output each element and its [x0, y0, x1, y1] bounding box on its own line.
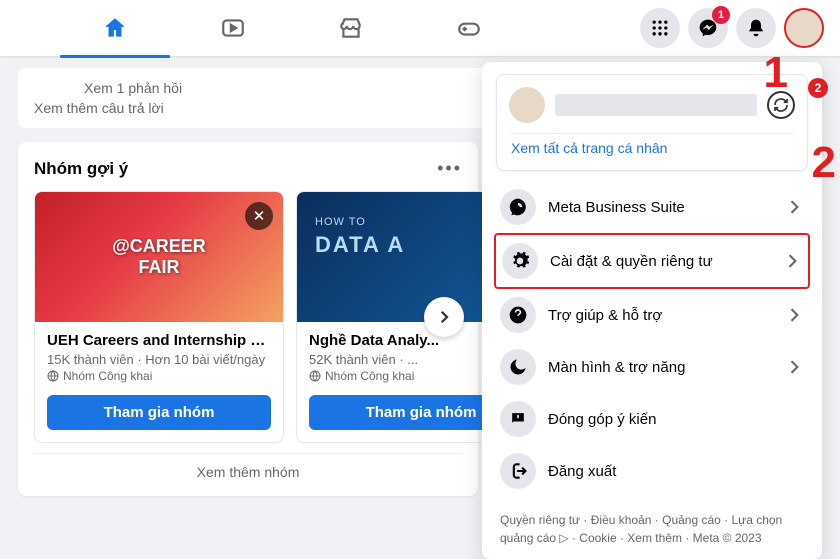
- group-type: Nhóm Công khai: [47, 369, 271, 383]
- group-cover-image: ✕: [35, 192, 283, 322]
- home-icon: [102, 15, 128, 41]
- bell-icon: [746, 18, 766, 38]
- profile-avatar: [509, 87, 545, 123]
- nav-home-tab[interactable]: [60, 2, 170, 54]
- gear-icon: [510, 251, 530, 271]
- nav-center: [0, 2, 640, 54]
- profile-box: Xem tất cả trang cá nhân: [496, 74, 808, 171]
- messenger-button[interactable]: 1: [688, 8, 728, 48]
- see-more-groups-link[interactable]: Xem thêm nhóm: [34, 453, 462, 480]
- account-dropdown: Xem tất cả trang cá nhân 2 Meta Business…: [482, 62, 822, 559]
- chevron-right-icon: [782, 251, 802, 271]
- group-title: UEH Careers and Internship Shares: [47, 332, 271, 349]
- menu-item-logout[interactable]: Đăng xuất: [494, 445, 810, 497]
- help-icon: [508, 305, 528, 325]
- refresh-icon: [773, 97, 789, 113]
- profile-count-badge: 2: [808, 78, 828, 98]
- dropdown-footer[interactable]: Quyền riêng tư · Điều khoản · Quảng cáo …: [490, 503, 814, 551]
- nav-right: 1: [640, 8, 840, 48]
- profile-row[interactable]: [509, 87, 795, 123]
- notifications-button[interactable]: [736, 8, 776, 48]
- group-meta: 15K thành viên · Hơn 10 bài viết/ngày: [47, 352, 271, 367]
- group-suggestions-card: Nhóm gợi ý ••• ✕ UEH Careers and Interns…: [18, 142, 478, 496]
- nav-gaming-tab[interactable]: [414, 2, 524, 54]
- menu-grid-button[interactable]: [640, 8, 680, 48]
- group-card[interactable]: ✕ UEH Careers and Internship Shares 15K …: [34, 191, 284, 443]
- chevron-right-icon: [435, 308, 453, 326]
- messenger-badge: 1: [712, 6, 730, 24]
- gaming-icon: [456, 15, 482, 41]
- business-icon: [508, 197, 528, 217]
- menu-item-display-accessibility[interactable]: Màn hình & trợ năng: [494, 341, 810, 393]
- marketplace-icon: [338, 15, 364, 41]
- feedback-icon: [508, 409, 528, 429]
- menu-item-business-suite[interactable]: Meta Business Suite: [494, 181, 810, 233]
- menu-item-help-support[interactable]: Trợ giúp & hỗ trợ: [494, 289, 810, 341]
- logout-icon: [508, 461, 528, 481]
- profile-name-redacted: [555, 94, 757, 116]
- dismiss-group-button[interactable]: ✕: [245, 202, 273, 230]
- chevron-right-icon: [784, 357, 804, 377]
- join-group-button[interactable]: Tham gia nhóm: [47, 395, 271, 430]
- top-nav: 1: [0, 0, 840, 56]
- menu-item-feedback[interactable]: Đóng góp ý kiến: [494, 393, 810, 445]
- group-carousel: ✕ UEH Careers and Internship Shares 15K …: [34, 191, 462, 443]
- watch-icon: [220, 15, 246, 41]
- globe-icon: [47, 370, 59, 382]
- globe-icon: [309, 370, 321, 382]
- menu-list: Meta Business Suite Cài đặt & quyền riên…: [490, 175, 814, 503]
- nav-watch-tab[interactable]: [178, 2, 288, 54]
- grid-icon: [650, 18, 670, 38]
- see-all-profiles-link[interactable]: Xem tất cả trang cá nhân: [509, 133, 795, 158]
- chevron-right-icon: [784, 197, 804, 217]
- moon-icon: [508, 357, 528, 377]
- suggestions-menu-button[interactable]: •••: [437, 158, 462, 179]
- carousel-next-button[interactable]: [424, 297, 464, 337]
- annotation-1: 1: [764, 48, 788, 98]
- annotation-2: 2: [812, 138, 836, 188]
- suggestions-title: Nhóm gợi ý: [34, 159, 128, 179]
- chevron-right-icon: [784, 305, 804, 325]
- account-avatar-button[interactable]: [784, 8, 824, 48]
- menu-item-settings-privacy[interactable]: Cài đặt & quyền riêng tư: [494, 233, 810, 289]
- nav-marketplace-tab[interactable]: [296, 2, 406, 54]
